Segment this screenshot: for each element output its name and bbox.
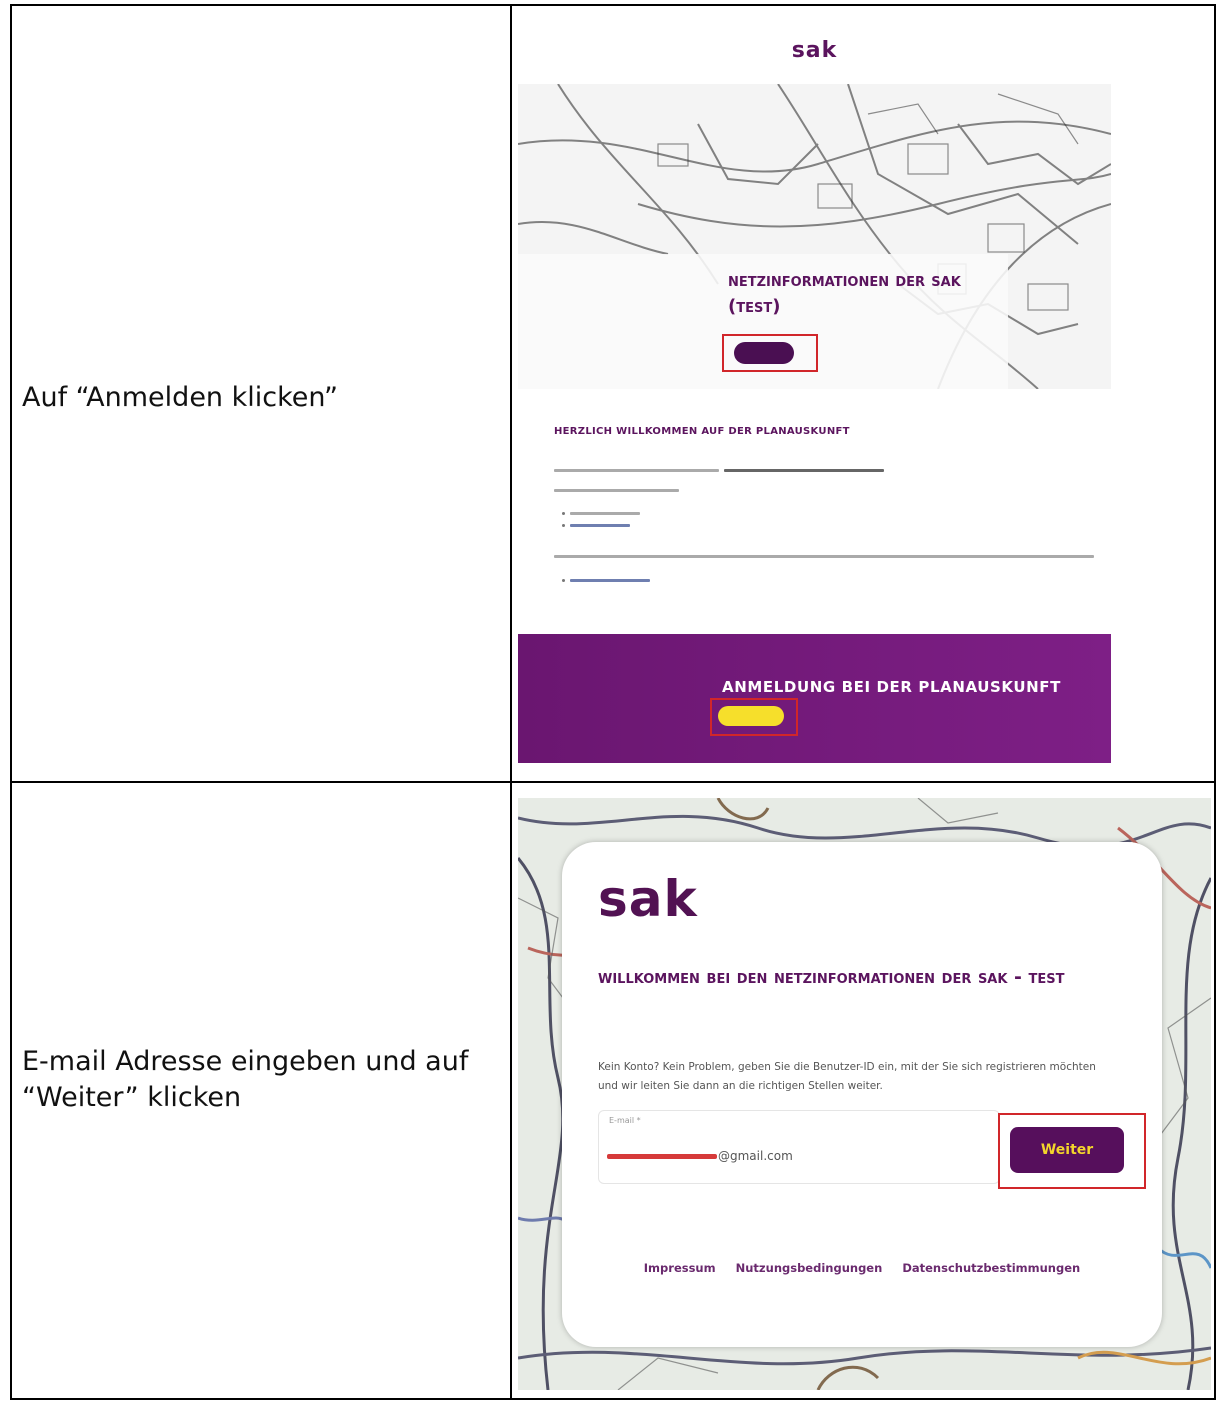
screenshot-login-page: sak Willkommen bei den Netzinformationen… [518, 798, 1211, 1390]
welcome-body-text [554, 437, 1094, 617]
datenschutz-link[interactable]: Datenschutzbestimmungen [902, 1261, 1080, 1275]
step-2-instruction: E-mail Adresse eingeben und auf “Weiter”… [22, 1046, 469, 1113]
impressum-link[interactable]: Impressum [644, 1261, 716, 1275]
sak-logo: sak [791, 38, 838, 63]
welcome-section: Herzlich willkommen auf der Planauskunft [554, 426, 1094, 617]
email-domain: @gmail.com [718, 1149, 793, 1163]
highlight-box-weiter-button [998, 1113, 1146, 1189]
login-banner: Anmeldung bei der Planauskunft [518, 634, 1111, 763]
hero-title: Netzinformationen der SAK (TEST) [728, 270, 961, 317]
row-divider [12, 781, 1214, 783]
highlight-box-banner-button [710, 698, 798, 736]
nutzungsbedingungen-link[interactable]: Nutzungsbedingungen [736, 1261, 883, 1275]
column-divider [510, 6, 512, 1398]
instruction-table: Auf “Anmelden klicken” E-mail Adresse ei… [10, 4, 1216, 1400]
screenshot-landing-page: sak netzinformationen der sak (test) HER… [518, 28, 1111, 763]
login-title: Willkommen bei den Netzinformationen der… [598, 966, 1065, 988]
login-card: sak Willkommen bei den Netzinformationen… [562, 842, 1162, 1347]
step-1-instruction: Auf “Anmelden klicken” [22, 382, 339, 413]
login-description: Kein Konto? Kein Problem, geben Sie die … [598, 1061, 1096, 1092]
highlight-box-hero-button [722, 334, 818, 372]
email-field-value[interactable]: @gmail.com [607, 1149, 793, 1163]
login-banner-title: Anmeldung bei der Planauskunft [722, 678, 1061, 696]
footer-links: Impressum Nutzungsbedingungen Datenschut… [562, 1261, 1162, 1275]
hero-map: Netzinformationen der SAK (TEST) [518, 84, 1111, 389]
redaction-mark [607, 1153, 717, 1159]
email-field-label: E-mail * [609, 1116, 641, 1125]
email-field[interactable]: E-mail * @gmail.com [598, 1110, 1000, 1184]
welcome-heading: Herzlich willkommen auf der Planauskunft [554, 426, 850, 437]
sak-logo-large: sak [598, 870, 698, 928]
